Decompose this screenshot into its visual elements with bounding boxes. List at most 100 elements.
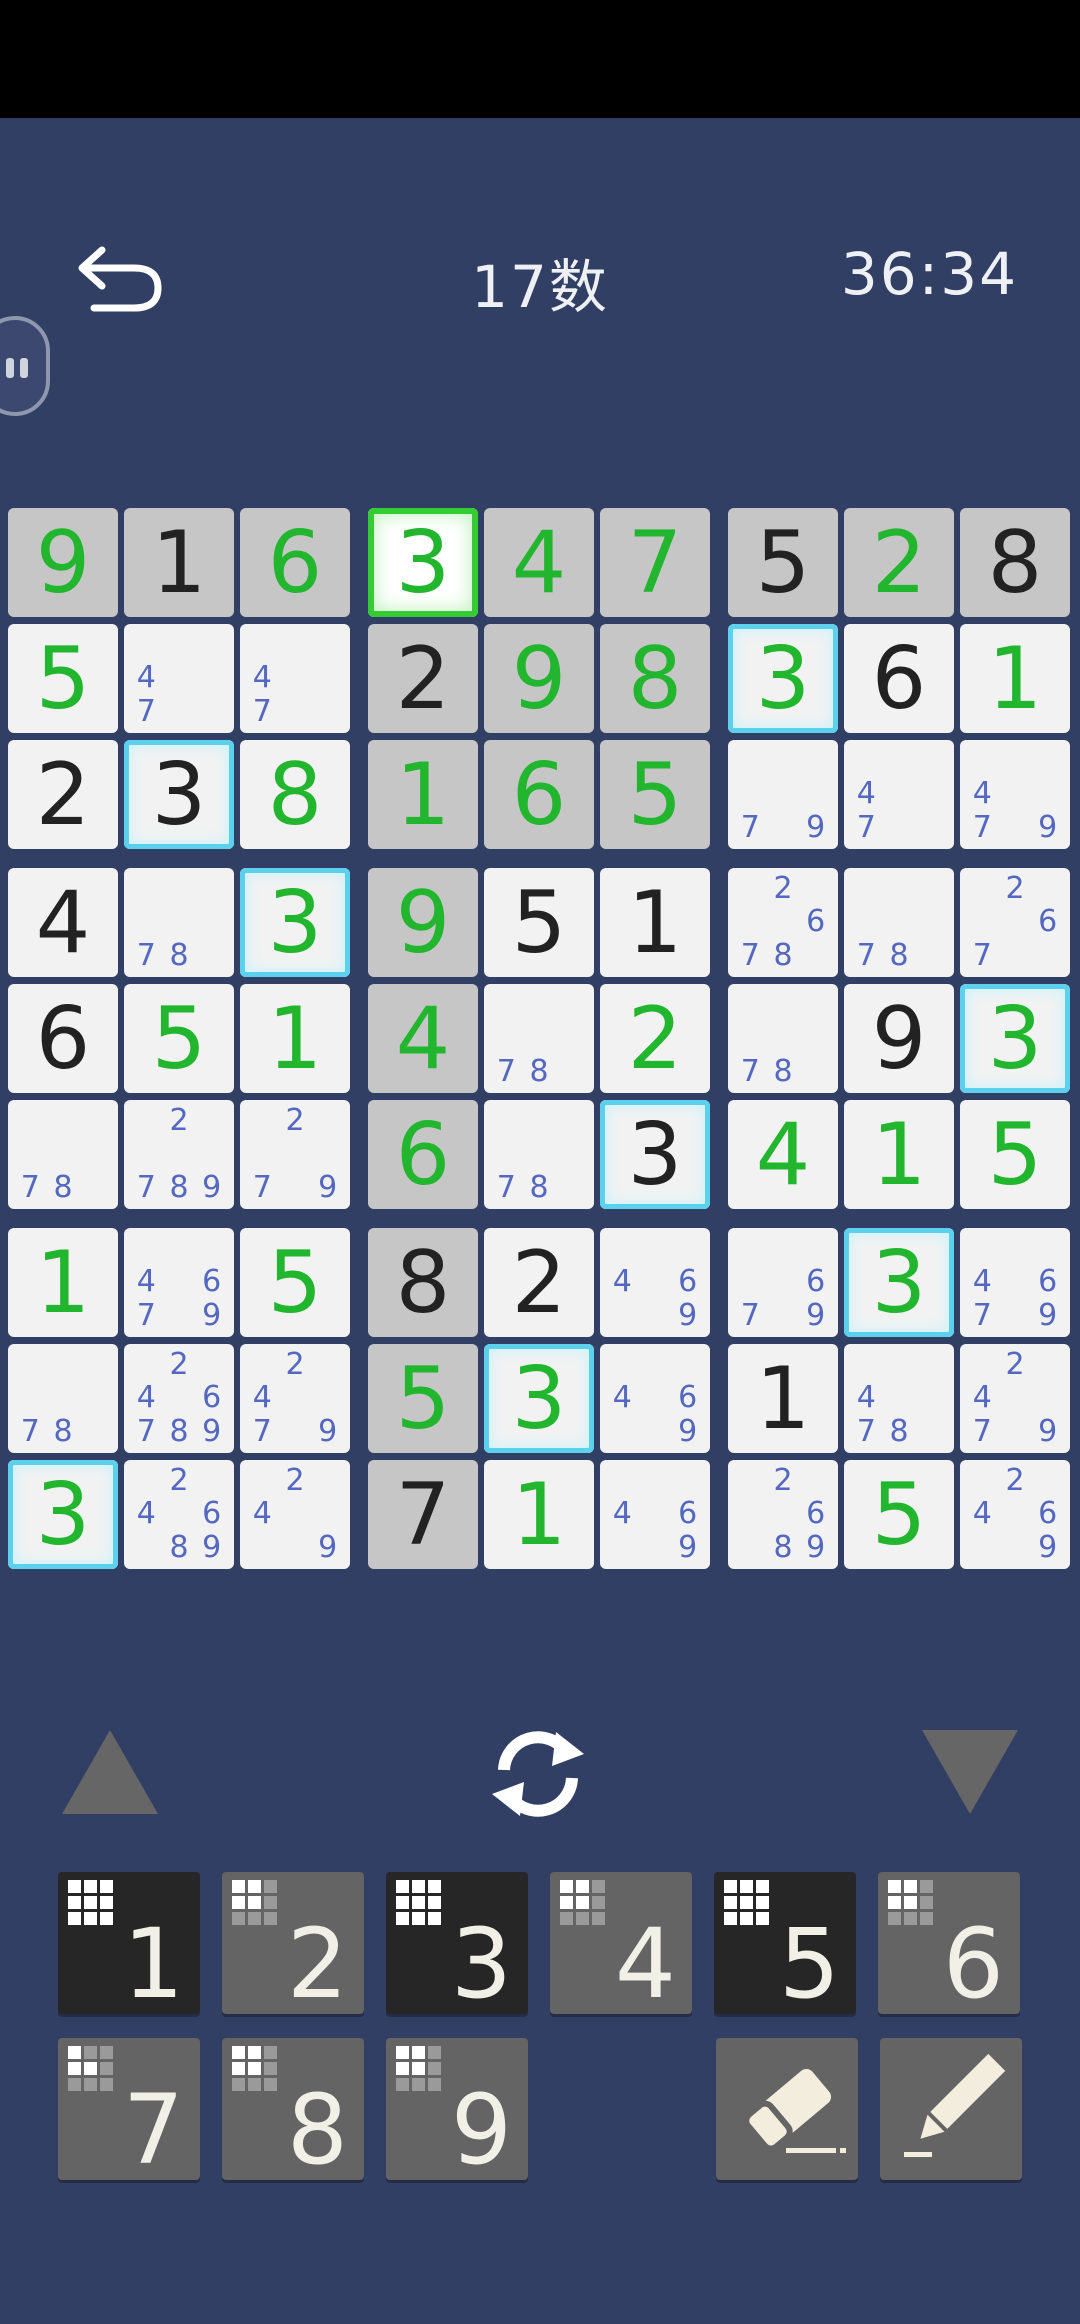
sudoku-cell[interactable]: 2 xyxy=(368,624,478,733)
sudoku-cell[interactable]: 78 xyxy=(728,984,838,1093)
sudoku-cell[interactable]: 1 xyxy=(8,1228,118,1337)
sudoku-cell[interactable]: 27 9 xyxy=(240,1100,350,1209)
sudoku-cell[interactable]: 78 xyxy=(484,1100,594,1209)
sudoku-cell[interactable]: 6 xyxy=(240,508,350,617)
sudoku-cell[interactable]: 47 xyxy=(124,624,234,733)
sudoku-cell[interactable]: 4 69 xyxy=(600,1228,710,1337)
sudoku-cell[interactable]: 24 689 xyxy=(124,1460,234,1569)
sudoku-cell[interactable]: 9 xyxy=(8,508,118,617)
sudoku-cell[interactable]: 5 xyxy=(368,1344,478,1453)
sudoku-cell[interactable]: 4 69 xyxy=(600,1460,710,1569)
sudoku-cell[interactable]: 5 xyxy=(124,984,234,1093)
sudoku-cell[interactable]: 26 7 xyxy=(960,868,1070,977)
sudoku-cell[interactable]: 247 9 xyxy=(240,1344,350,1453)
sudoku-cell[interactable]: 8 xyxy=(600,624,710,733)
sudoku-cell[interactable]: 2689 xyxy=(728,1460,838,1569)
number-key-2[interactable]: 2 xyxy=(222,1872,364,2014)
floating-assist-button[interactable] xyxy=(0,316,50,416)
eraser-button[interactable] xyxy=(716,2038,858,2180)
sudoku-cell[interactable]: 24 69 xyxy=(960,1460,1070,1569)
sudoku-cell[interactable]: 1 xyxy=(368,740,478,849)
sudoku-cell[interactable]: 1 xyxy=(240,984,350,1093)
sudoku-cell[interactable]: 4 xyxy=(8,868,118,977)
sudoku-cell[interactable]: 2 xyxy=(484,1228,594,1337)
sudoku-cell[interactable]: 47 9 xyxy=(960,740,1070,849)
sudoku-cell[interactable]: 24 6 789 xyxy=(124,1344,234,1453)
sudoku-cell[interactable]: 3 xyxy=(368,508,478,617)
sudoku-cell[interactable]: 78 xyxy=(484,984,594,1093)
sudoku-cell[interactable]: 4 6 7 9 xyxy=(124,1228,234,1337)
sudoku-cell[interactable]: 6 xyxy=(368,1100,478,1209)
sudoku-cell[interactable]: 5 xyxy=(728,508,838,617)
number-key-6[interactable]: 6 xyxy=(878,1872,1020,2014)
sudoku-cell[interactable]: 24 9 xyxy=(240,1460,350,1569)
number-key-7[interactable]: 7 xyxy=(58,2038,200,2180)
number-key-9[interactable]: 9 xyxy=(386,2038,528,2180)
sudoku-cell[interactable]: 4 69 xyxy=(600,1344,710,1453)
sudoku-cell[interactable]: 78 xyxy=(8,1100,118,1209)
arrow-down-icon[interactable] xyxy=(922,1730,1018,1814)
sudoku-cell[interactable]: 7 xyxy=(600,508,710,617)
number-key-3[interactable]: 3 xyxy=(386,1872,528,2014)
sudoku-cell[interactable]: 3 xyxy=(8,1460,118,1569)
refresh-icon[interactable] xyxy=(486,1722,590,1826)
number-key-1[interactable]: 1 xyxy=(58,1872,200,2014)
sudoku-cell[interactable]: 5 xyxy=(844,1460,954,1569)
sudoku-cell[interactable]: 47 xyxy=(240,624,350,733)
number-key-4[interactable]: 4 xyxy=(550,1872,692,2014)
sudoku-cell[interactable]: 8 xyxy=(960,508,1070,617)
sudoku-cell[interactable]: 3 xyxy=(124,740,234,849)
sudoku-cell[interactable]: 1 xyxy=(728,1344,838,1453)
sudoku-cell[interactable]: 6 xyxy=(844,624,954,733)
sudoku-cell[interactable]: 3 xyxy=(600,1100,710,1209)
sudoku-cell[interactable]: 2 xyxy=(600,984,710,1093)
sudoku-cell[interactable]: 6 xyxy=(484,740,594,849)
sudoku-cell[interactable]: 4 xyxy=(368,984,478,1093)
sudoku-cell[interactable]: 5 xyxy=(960,1100,1070,1209)
sudoku-cell[interactable]: 5 xyxy=(8,624,118,733)
sudoku-cell[interactable]: 3 xyxy=(844,1228,954,1337)
sudoku-cell[interactable]: 6 xyxy=(8,984,118,1093)
sudoku-cell[interactable]: 1 xyxy=(484,1460,594,1569)
sudoku-cell[interactable]: 8 xyxy=(240,740,350,849)
sudoku-cell[interactable]: 78 xyxy=(8,1344,118,1453)
sudoku-cell[interactable]: 3 xyxy=(728,624,838,733)
sudoku-cell[interactable]: 9 xyxy=(484,624,594,733)
sudoku-cell[interactable]: 5 xyxy=(240,1228,350,1337)
sudoku-cell[interactable]: 1 xyxy=(960,624,1070,733)
sudoku-cell[interactable]: 8 xyxy=(368,1228,478,1337)
arrow-up-icon[interactable] xyxy=(62,1730,158,1814)
sudoku-cell[interactable]: 3 xyxy=(240,868,350,977)
pencil-button[interactable] xyxy=(880,2038,1022,2180)
sudoku-cell[interactable]: 247 9 xyxy=(960,1344,1070,1453)
sudoku-cell[interactable]: 1 xyxy=(124,508,234,617)
sudoku-cell[interactable]: 78 xyxy=(844,868,954,977)
sudoku-cell[interactable]: 2 xyxy=(844,508,954,617)
sudoku-cell[interactable]: 2789 xyxy=(124,1100,234,1209)
sudoku-cell[interactable]: 478 xyxy=(844,1344,954,1453)
sudoku-cell[interactable]: 79 xyxy=(728,740,838,849)
sudoku-cell[interactable]: 4 6 7 9 xyxy=(960,1228,1070,1337)
sudoku-cell[interactable]: 26 78 xyxy=(728,868,838,977)
sudoku-cell[interactable]: 7 xyxy=(368,1460,478,1569)
sudoku-cell[interactable]: 6 7 9 xyxy=(728,1228,838,1337)
cell-digit: 2 xyxy=(35,744,91,845)
number-key-8[interactable]: 8 xyxy=(222,2038,364,2180)
sudoku-cell[interactable]: 4 xyxy=(484,508,594,617)
sudoku-cell[interactable]: 1 xyxy=(600,868,710,977)
number-key-5[interactable]: 5 xyxy=(714,1872,856,2014)
sudoku-cell[interactable]: 4 xyxy=(728,1100,838,1209)
number-key-label: 8 xyxy=(286,2074,348,2186)
sudoku-cell[interactable]: 9 xyxy=(844,984,954,1093)
sudoku-cell[interactable]: 3 xyxy=(484,1344,594,1453)
cell-digit: 1 xyxy=(987,628,1043,729)
number-key-label: 4 xyxy=(614,1908,676,2020)
sudoku-cell[interactable]: 47 xyxy=(844,740,954,849)
sudoku-cell[interactable]: 9 xyxy=(368,868,478,977)
sudoku-cell[interactable]: 5 xyxy=(600,740,710,849)
sudoku-cell[interactable]: 3 xyxy=(960,984,1070,1093)
sudoku-cell[interactable]: 78 xyxy=(124,868,234,977)
sudoku-cell[interactable]: 5 xyxy=(484,868,594,977)
sudoku-cell[interactable]: 1 xyxy=(844,1100,954,1209)
sudoku-cell[interactable]: 2 xyxy=(8,740,118,849)
